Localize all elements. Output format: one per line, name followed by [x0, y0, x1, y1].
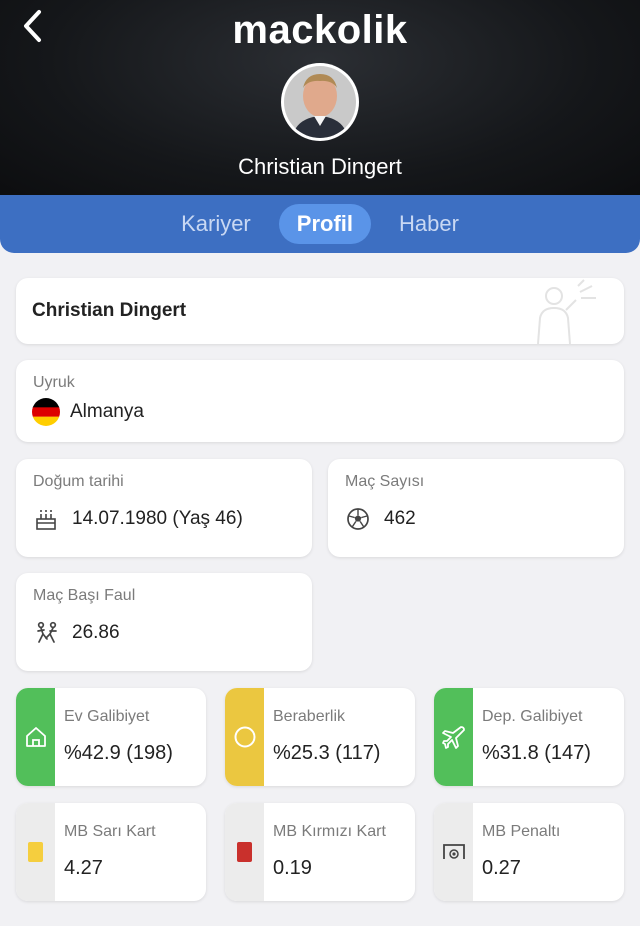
- penalty-label: MB Penaltı: [482, 823, 561, 840]
- match-count-card: Maç Sayısı 462: [328, 459, 624, 557]
- penalty-goal-icon: [442, 844, 465, 859]
- draw-value: %25.3 (117): [273, 742, 381, 764]
- home-icon: [25, 727, 46, 747]
- yellow-card-value: 4.27: [64, 857, 103, 879]
- tab-bar: Kariyer Profil Haber: [0, 195, 640, 253]
- red-card-stat: MB Kırmızı Kart 0.19: [225, 803, 415, 901]
- fouls-per-match-value: 26.86: [72, 622, 120, 643]
- germany-flag-icon: [32, 398, 60, 426]
- nationality-value: Almanya: [70, 401, 144, 422]
- penalty-value: 0.27: [482, 857, 521, 879]
- soccer-ball-icon: [347, 508, 369, 530]
- birth-date-card: Doğum tarihi 14.07.1980 (Yaş 46): [16, 459, 312, 557]
- foul-icon: [37, 621, 57, 643]
- red-card-label: MB Kırmızı Kart: [273, 823, 386, 840]
- birth-date-label: Doğum tarihi: [33, 473, 124, 490]
- draw-card: Beraberlik %25.3 (117): [225, 688, 415, 786]
- home-win-value: %42.9 (198): [64, 742, 173, 764]
- penalty-stat: MB Penaltı 0.27: [434, 803, 624, 901]
- profile-header: mackolik Christian Dingert: [0, 0, 640, 200]
- yellow-card-stat: MB Sarı Kart 4.27: [16, 803, 206, 901]
- avatar: [281, 63, 359, 141]
- nationality-label: Uyruk: [33, 374, 75, 391]
- red-card-value: 0.19: [273, 857, 312, 879]
- away-win-value: %31.8 (147): [482, 742, 591, 764]
- fouls-per-match-label: Maç Başı Faul: [33, 587, 136, 604]
- cake-icon: [36, 510, 56, 530]
- tab-kariyer[interactable]: Kariyer: [163, 204, 269, 244]
- yellow-card-label: MB Sarı Kart: [64, 823, 156, 840]
- home-win-card: Ev Galibiyet %42.9 (198): [16, 688, 206, 786]
- player-photo: [284, 66, 356, 138]
- away-win-card: Dep. Galibiyet %31.8 (147): [434, 688, 624, 786]
- circle-icon: [234, 726, 255, 748]
- yellow-card-icon: [28, 842, 43, 862]
- match-count-label: Maç Sayısı: [345, 473, 425, 490]
- draw-label: Beraberlik: [273, 708, 346, 725]
- name-card: Christian Dingert: [16, 278, 624, 344]
- nationality-card: Uyruk Almanya: [16, 360, 624, 442]
- referee-whistle-icon: [537, 279, 596, 344]
- app-logo: mackolik: [232, 8, 408, 52]
- away-win-label: Dep. Galibiyet: [482, 708, 583, 725]
- red-card-icon: [237, 842, 252, 862]
- plane-icon: [441, 726, 465, 749]
- home-win-label: Ev Galibiyet: [64, 708, 150, 725]
- match-count-value: 462: [384, 508, 416, 529]
- tab-profil[interactable]: Profil: [278, 204, 371, 244]
- birth-date-value: 14.07.1980 (Yaş 46): [72, 508, 243, 529]
- fouls-per-match-card: Maç Başı Faul 26.86: [16, 573, 312, 671]
- referee-name: Christian Dingert: [32, 300, 187, 321]
- tab-haber[interactable]: Haber: [381, 204, 477, 244]
- player-name-heading: Christian Dingert: [238, 154, 402, 179]
